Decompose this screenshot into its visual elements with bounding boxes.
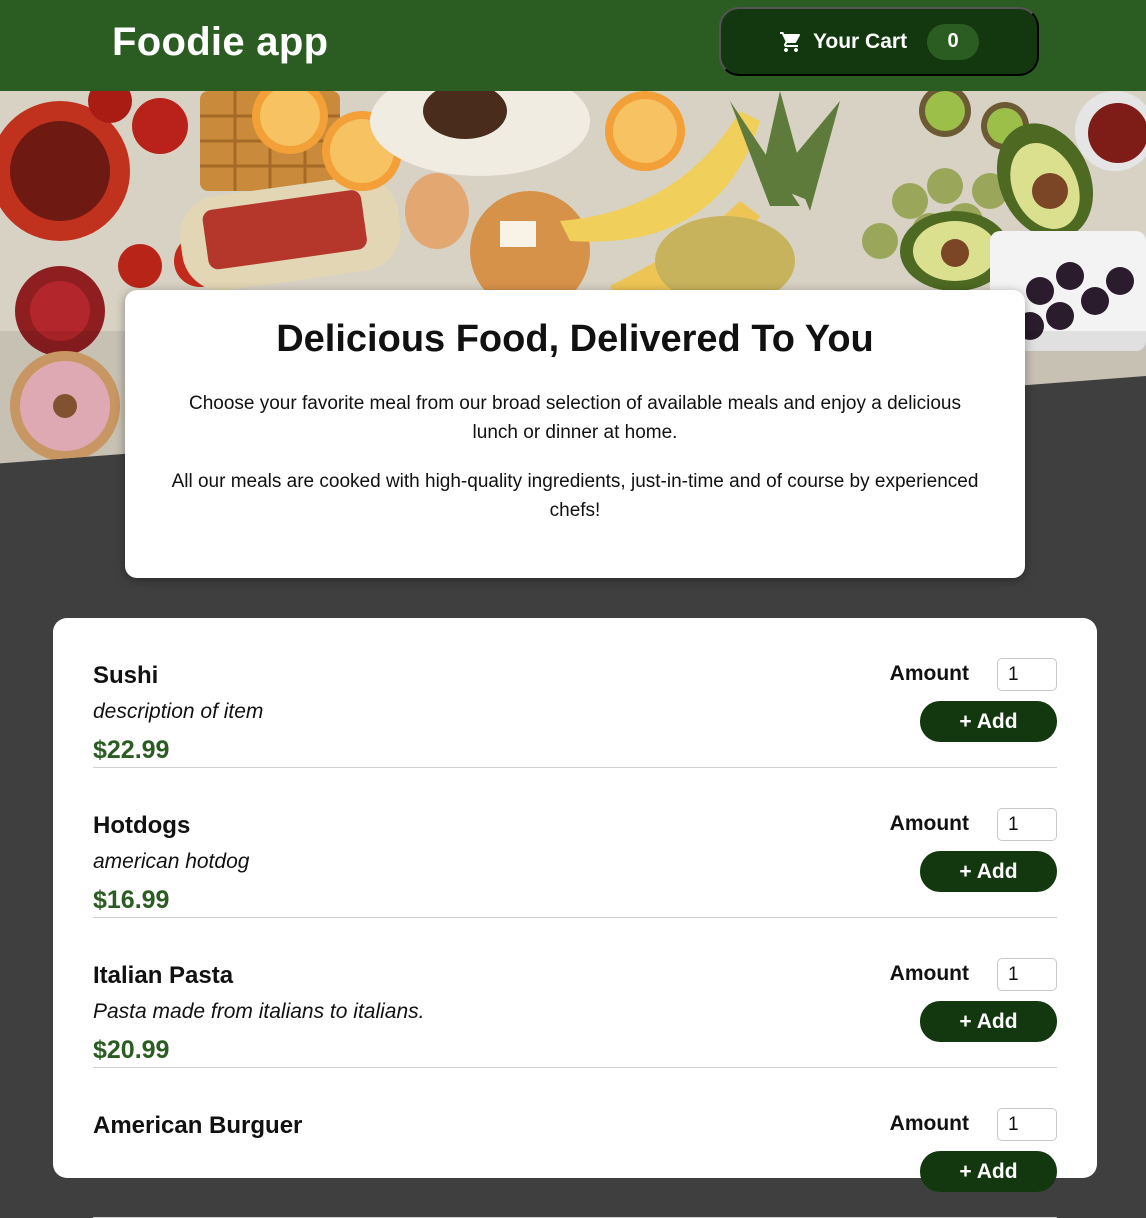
amount-input[interactable] bbox=[997, 1108, 1057, 1141]
meal-price: $20.99 bbox=[93, 1036, 170, 1064]
meal-price: $22.99 bbox=[93, 736, 170, 764]
add-button[interactable]: + Add bbox=[920, 1001, 1057, 1042]
cart-icon bbox=[779, 30, 803, 54]
cart-label: Your Cart bbox=[812, 29, 908, 53]
meal-item: American Burguer Amount + Add bbox=[93, 1068, 1057, 1218]
available-meals-card: Sushi description of item $22.99 Amount … bbox=[53, 618, 1097, 1218]
meal-item: Italian Pasta Pasta made from italians t… bbox=[93, 918, 1057, 1068]
meal-description: description of item bbox=[93, 700, 264, 723]
summary-card: Delicious Food, Delivered To You Choose … bbox=[125, 290, 1025, 578]
add-button[interactable]: + Add bbox=[920, 701, 1057, 742]
summary-paragraph-1: Choose your favorite meal from our broad… bbox=[188, 393, 962, 443]
summary-title: Delicious Food, Delivered To You bbox=[276, 318, 874, 360]
meal-name: Hotdogs bbox=[93, 812, 191, 839]
app-header: Foodie app Your Cart 0 bbox=[0, 0, 1146, 91]
meal-item: Hotdogs american hotdog $16.99 Amount + … bbox=[93, 768, 1057, 918]
amount-input[interactable] bbox=[997, 808, 1057, 841]
amount-label: Amount bbox=[889, 962, 969, 985]
cart-button[interactable]: Your Cart 0 bbox=[719, 7, 1039, 76]
amount-label: Amount bbox=[889, 812, 969, 835]
cart-count-badge: 0 bbox=[927, 23, 980, 60]
app-title: Foodie app bbox=[112, 20, 329, 64]
meal-name: Sushi bbox=[93, 662, 159, 689]
add-button[interactable]: + Add bbox=[920, 851, 1057, 892]
amount-input[interactable] bbox=[997, 958, 1057, 991]
summary-paragraph-2: All our meals are cooked with high-quali… bbox=[171, 471, 979, 521]
meal-price: $16.99 bbox=[93, 886, 170, 914]
add-button[interactable]: + Add bbox=[920, 1151, 1057, 1192]
amount-label: Amount bbox=[889, 662, 969, 685]
meal-description: Pasta made from italians to italians. bbox=[93, 1000, 425, 1023]
amount-input[interactable] bbox=[997, 658, 1057, 691]
meal-description: american hotdog bbox=[93, 850, 250, 873]
meal-item: Sushi description of item $22.99 Amount … bbox=[93, 618, 1057, 768]
meal-name: Italian Pasta bbox=[93, 962, 234, 989]
amount-label: Amount bbox=[889, 1112, 969, 1135]
